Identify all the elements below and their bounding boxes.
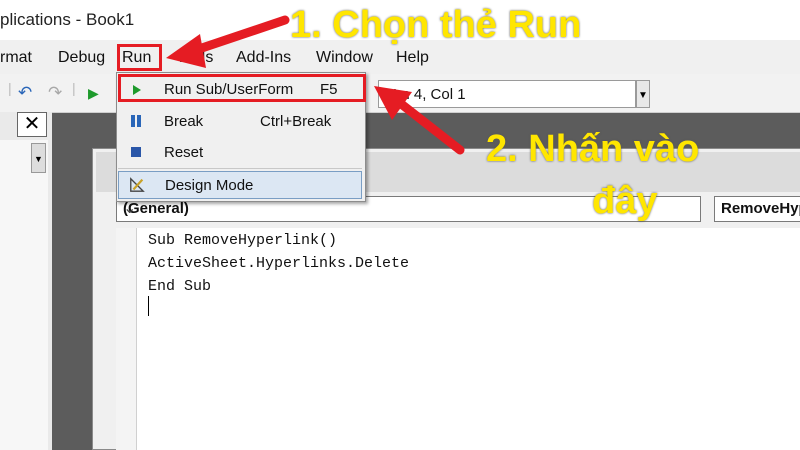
step2-annotation-continued: đây — [592, 180, 658, 222]
step1-annotation: 1. Chọn thẻ Run — [290, 4, 582, 46]
annotation-arrows — [166, 15, 465, 155]
step2-annotation: 2. Nhấn vào — [486, 128, 700, 170]
arrow-to-run-menu-icon — [166, 15, 290, 68]
arrow-to-run-sub-icon — [374, 86, 465, 155]
